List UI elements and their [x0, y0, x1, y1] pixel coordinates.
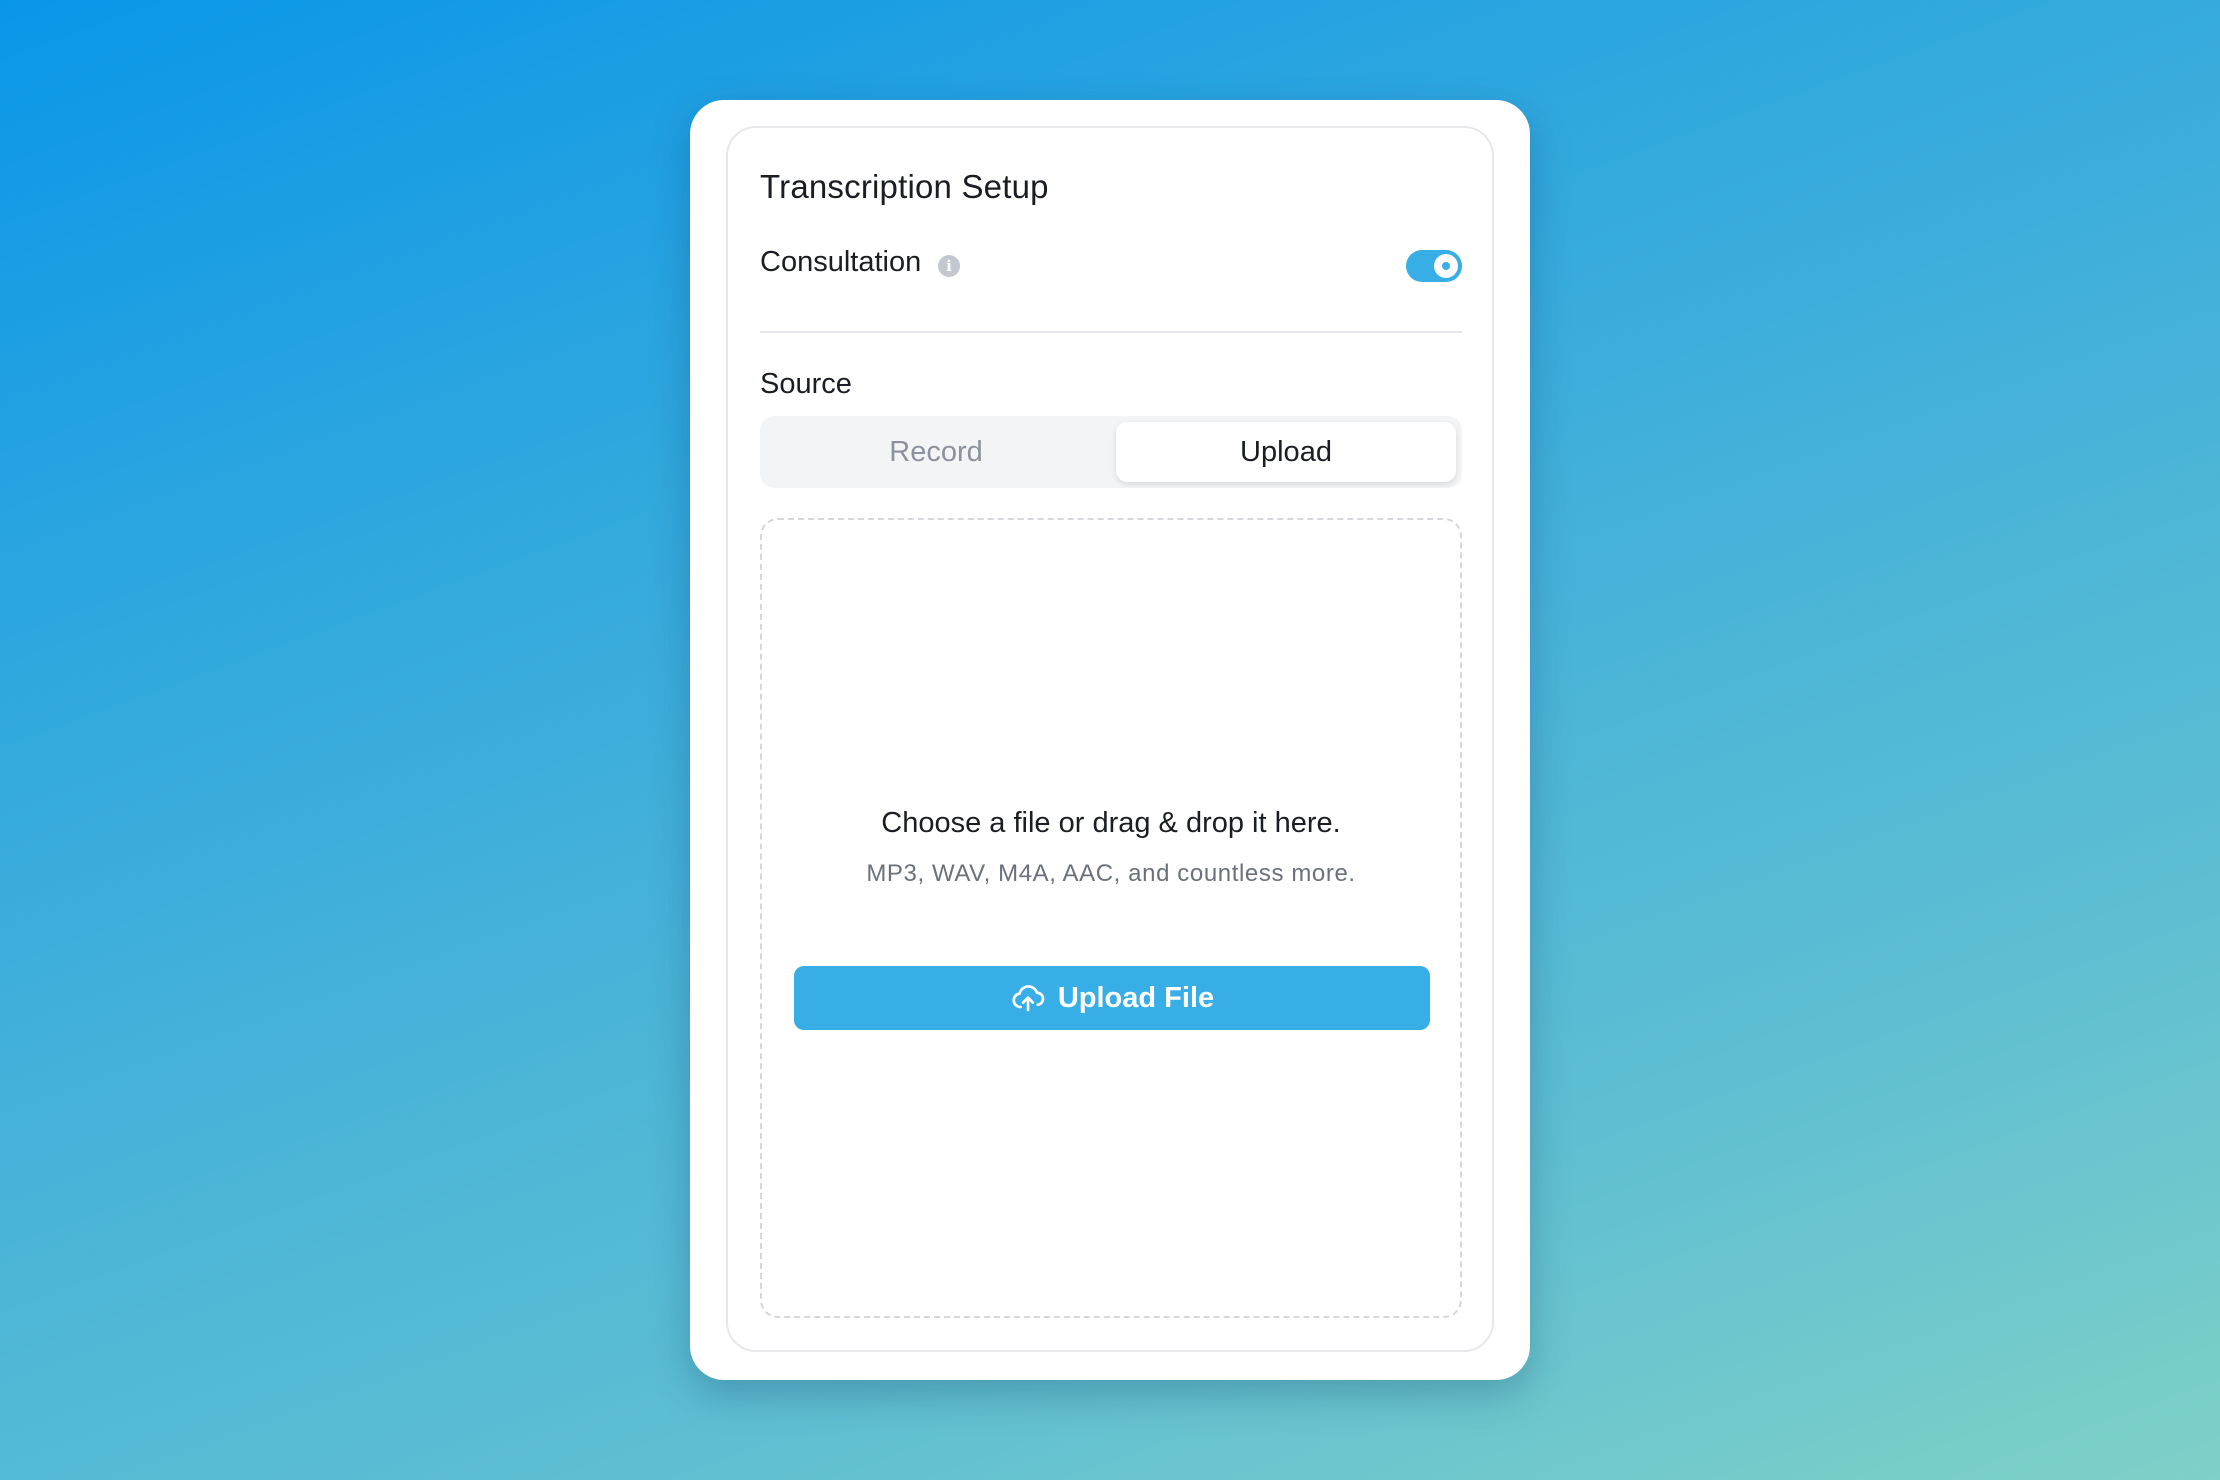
upload-file-label: Upload File	[1057, 981, 1215, 1014]
consultation-setting-row: Consultation i	[760, 238, 1462, 294]
consultation-label: Consultation	[760, 246, 922, 278]
cloud-upload-icon	[1012, 985, 1045, 1012]
source-label: Source	[760, 368, 852, 400]
dropzone-formats: MP3, WAV, M4A, AAC, and countless more.	[866, 860, 1356, 887]
transcription-setup-panel: Transcription Setup Consultation i Sourc…	[726, 126, 1494, 1352]
file-dropzone[interactable]: Choose a file or drag & drop it here. MP…	[760, 518, 1462, 1318]
panel-title: Transcription Setup	[760, 168, 1049, 205]
upload-file-button[interactable]: Upload File	[794, 966, 1430, 1030]
source-option-upload[interactable]: Upload	[1116, 422, 1456, 482]
divider	[760, 331, 1462, 333]
dropzone-title: Choose a file or drag & drop it here.	[881, 807, 1341, 839]
transcription-setup-card: Transcription Setup Consultation i Sourc…	[690, 100, 1530, 1380]
source-option-record[interactable]: Record	[766, 422, 1106, 482]
consultation-toggle[interactable]	[1406, 250, 1462, 282]
toggle-knob	[1434, 254, 1458, 278]
info-icon[interactable]: i	[938, 255, 960, 277]
source-segmented-control: Record Upload	[760, 416, 1462, 488]
